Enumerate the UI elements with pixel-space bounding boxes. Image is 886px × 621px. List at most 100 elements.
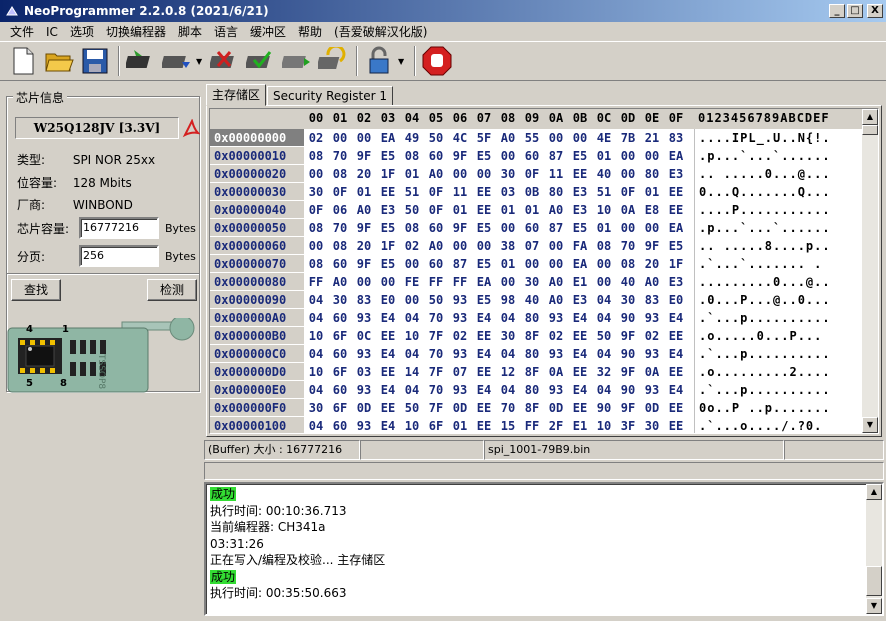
hex-byte[interactable]: 9F: [352, 255, 376, 273]
menu-switch-programmer[interactable]: 切换编程器: [100, 23, 172, 40]
hex-byte[interactable]: 08: [328, 165, 352, 183]
hex-byte[interactable]: A0: [496, 129, 520, 147]
log-scrollbar[interactable]: ▲ ▼: [866, 484, 882, 614]
hex-byte[interactable]: EE: [472, 363, 496, 381]
hex-byte[interactable]: 70: [328, 219, 352, 237]
hex-byte[interactable]: 04: [496, 345, 520, 363]
hex-ascii[interactable]: .o.....0...P...: [694, 327, 862, 345]
hex-ascii[interactable]: .`...`....... .: [694, 255, 862, 273]
hex-byte[interactable]: A0: [640, 273, 664, 291]
hex-byte[interactable]: 3F: [616, 417, 640, 433]
hex-byte[interactable]: 04: [304, 345, 328, 363]
detect-button[interactable]: 检测: [147, 279, 197, 301]
hex-byte[interactable]: 0B: [520, 183, 544, 201]
hex-byte[interactable]: 15: [496, 417, 520, 433]
hex-byte[interactable]: 01: [592, 147, 616, 165]
hex-byte[interactable]: 6F: [328, 399, 352, 417]
hex-byte[interactable]: 01: [520, 201, 544, 219]
hex-byte[interactable]: E5: [376, 147, 400, 165]
hex-byte[interactable]: EE: [664, 417, 688, 433]
scroll-thumb[interactable]: [862, 125, 878, 135]
hex-byte[interactable]: EE: [376, 399, 400, 417]
page-size-field[interactable]: 256: [79, 245, 159, 267]
chip-blank-check-icon[interactable]: [280, 44, 314, 78]
hex-byte[interactable]: 70: [328, 147, 352, 165]
hex-byte[interactable]: 0D: [544, 399, 568, 417]
hex-byte[interactable]: 01: [496, 255, 520, 273]
hex-byte[interactable]: FF: [424, 273, 448, 291]
hex-byte[interactable]: 00: [448, 237, 472, 255]
hex-byte[interactable]: 93: [352, 309, 376, 327]
hex-byte[interactable]: 80: [520, 345, 544, 363]
hex-byte[interactable]: 7B: [616, 129, 640, 147]
hex-byte[interactable]: 70: [424, 381, 448, 399]
hex-byte[interactable]: 7F: [424, 399, 448, 417]
minimize-button[interactable]: _: [829, 4, 845, 18]
hex-byte[interactable]: E4: [472, 345, 496, 363]
hex-byte[interactable]: 04: [304, 381, 328, 399]
hex-byte[interactable]: 01: [640, 183, 664, 201]
hex-byte[interactable]: E5: [472, 147, 496, 165]
hex-byte[interactable]: 40: [616, 273, 640, 291]
hex-byte[interactable]: 08: [328, 237, 352, 255]
hex-byte[interactable]: E5: [376, 255, 400, 273]
hex-byte[interactable]: 04: [592, 291, 616, 309]
hex-byte[interactable]: 60: [328, 309, 352, 327]
hex-byte[interactable]: 50: [424, 291, 448, 309]
hex-byte[interactable]: 70: [424, 309, 448, 327]
hex-byte[interactable]: 70: [616, 237, 640, 255]
hex-byte[interactable]: 9F: [616, 399, 640, 417]
hex-byte[interactable]: 10: [592, 417, 616, 433]
hex-byte[interactable]: 1F: [376, 237, 400, 255]
scroll-up-arrow-icon[interactable]: ▲: [862, 109, 878, 125]
hex-byte[interactable]: 83: [352, 291, 376, 309]
hex-byte[interactable]: 30: [616, 291, 640, 309]
hex-byte[interactable]: 00: [544, 255, 568, 273]
hex-byte[interactable]: E1: [568, 273, 592, 291]
hex-scrollbar[interactable]: ▲ ▼: [862, 109, 878, 433]
hex-byte[interactable]: 02: [640, 327, 664, 345]
hex-byte[interactable]: 80: [640, 165, 664, 183]
stop-icon[interactable]: [420, 44, 454, 78]
hex-byte[interactable]: E8: [640, 201, 664, 219]
hex-byte[interactable]: 04: [400, 381, 424, 399]
hex-byte[interactable]: 00: [448, 165, 472, 183]
hex-byte[interactable]: A0: [544, 291, 568, 309]
hex-byte[interactable]: 51: [592, 183, 616, 201]
hex-byte[interactable]: E4: [568, 309, 592, 327]
hex-byte[interactable]: FF: [448, 273, 472, 291]
tab-security-register-1[interactable]: Security Register 1: [267, 86, 393, 106]
hex-byte[interactable]: 00: [400, 255, 424, 273]
hex-byte[interactable]: 04: [400, 345, 424, 363]
hex-byte[interactable]: 0D: [352, 399, 376, 417]
hex-byte[interactable]: 93: [640, 309, 664, 327]
hex-byte[interactable]: 30: [520, 273, 544, 291]
hex-byte[interactable]: E3: [568, 201, 592, 219]
hex-byte[interactable]: 00: [616, 219, 640, 237]
hex-byte[interactable]: A0: [544, 273, 568, 291]
hex-byte[interactable]: 0F: [616, 183, 640, 201]
hex-byte[interactable]: 20: [352, 165, 376, 183]
find-button[interactable]: 查找: [11, 279, 61, 301]
hex-byte[interactable]: 12: [496, 363, 520, 381]
hex-byte[interactable]: 00: [592, 255, 616, 273]
hex-byte[interactable]: 32: [592, 363, 616, 381]
hex-byte[interactable]: 20: [352, 237, 376, 255]
hex-byte[interactable]: 6F: [328, 363, 352, 381]
hex-byte[interactable]: 02: [448, 327, 472, 345]
hex-byte[interactable]: E4: [664, 309, 688, 327]
hex-byte[interactable]: 21: [640, 129, 664, 147]
hex-byte[interactable]: E4: [472, 309, 496, 327]
hex-byte[interactable]: 08: [304, 255, 328, 273]
hex-byte[interactable]: 30: [304, 183, 328, 201]
hex-byte[interactable]: 00: [496, 219, 520, 237]
hex-byte[interactable]: A0: [544, 201, 568, 219]
hex-byte[interactable]: 9F: [616, 327, 640, 345]
hex-byte[interactable]: A0: [424, 165, 448, 183]
hex-byte[interactable]: 6F: [328, 327, 352, 345]
hex-byte[interactable]: 08: [592, 237, 616, 255]
hex-ascii[interactable]: ....IPL_.U..N{!.: [694, 129, 862, 147]
hex-byte[interactable]: 00: [304, 237, 328, 255]
hex-byte[interactable]: 11: [448, 183, 472, 201]
hex-byte[interactable]: EA: [664, 219, 688, 237]
